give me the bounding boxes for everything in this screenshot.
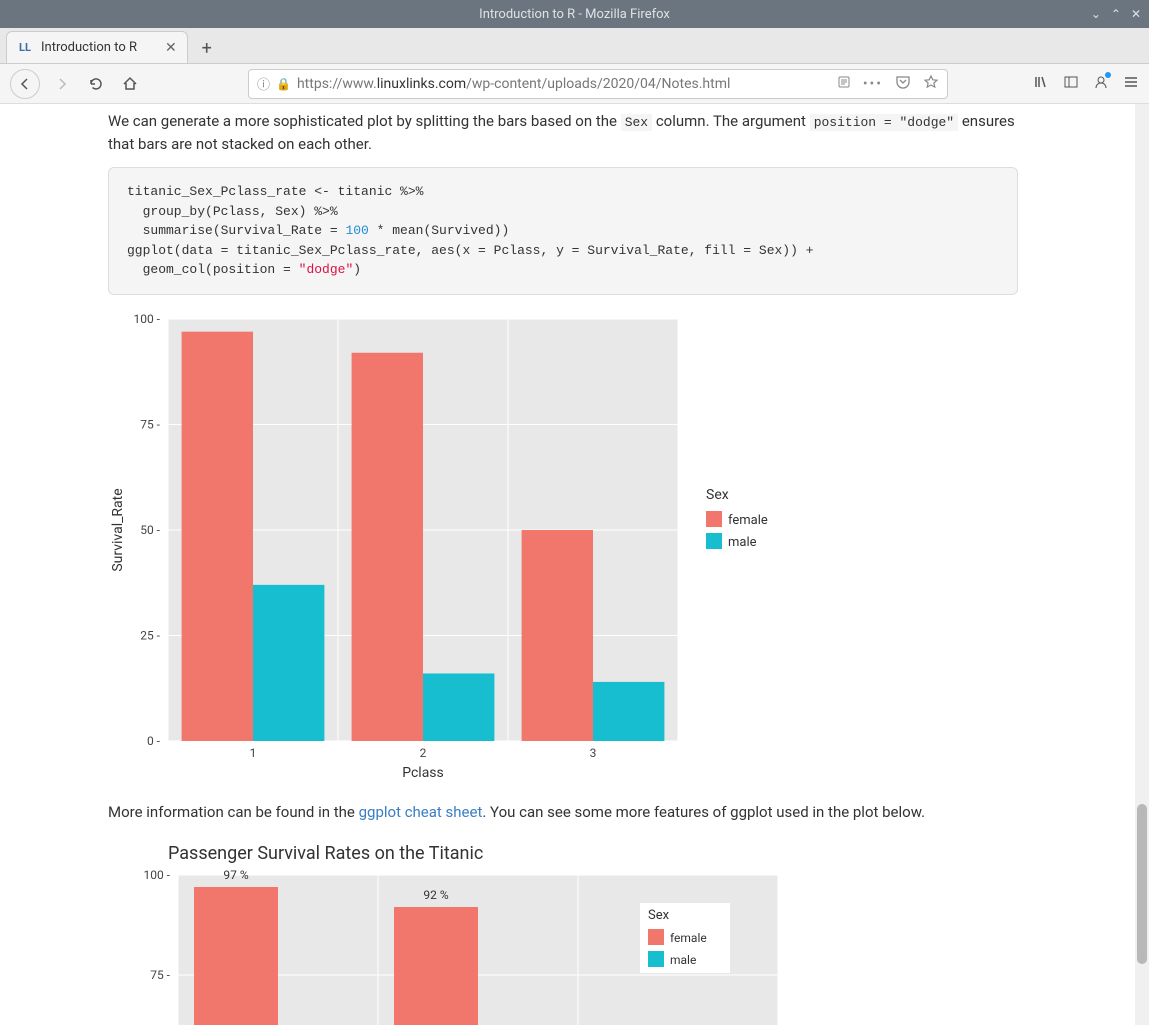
- chart-titled: Passenger Survival Rates on the Titanic 7…: [108, 835, 1018, 1025]
- paragraph-more-info: More information can be found in the ggp…: [108, 801, 1018, 824]
- svg-text:Sex: Sex: [706, 487, 729, 503]
- reader-mode-icon[interactable]: [837, 75, 851, 93]
- menu-icon[interactable]: [1123, 74, 1139, 94]
- reload-icon: [88, 76, 104, 92]
- url-bar[interactable]: ⓘ 🔒 https://www.linuxlinks.com/wp-conten…: [248, 69, 948, 99]
- library-icon[interactable]: [1033, 74, 1049, 94]
- page-actions-icon[interactable]: •••: [863, 76, 883, 92]
- home-button[interactable]: [118, 72, 142, 96]
- paragraph-intro: We can generate a more sophisticated plo…: [108, 110, 1018, 155]
- navigation-toolbar: ⓘ 🔒 https://www.linuxlinks.com/wp-conten…: [0, 64, 1149, 104]
- ggplot-cheat-sheet-link[interactable]: ggplot cheat sheet: [359, 803, 483, 821]
- window-maximize-icon[interactable]: ⌃: [1111, 7, 1121, 21]
- svg-text:Survival_Rate: Survival_Rate: [110, 488, 126, 571]
- tab-title: Introduction to R: [41, 40, 137, 55]
- svg-text:25 -: 25 -: [140, 628, 160, 642]
- tab-bar: LL Introduction to R ✕ +: [0, 28, 1149, 64]
- sidebar-icon[interactable]: [1063, 74, 1079, 94]
- new-tab-button[interactable]: +: [192, 33, 222, 63]
- window-title: Introduction to R - Mozilla Firefox: [479, 7, 670, 22]
- tab-favicon-icon: LL: [17, 40, 33, 56]
- svg-text:3: 3: [590, 746, 597, 760]
- svg-text:Passenger Survival Rates on th: Passenger Survival Rates on the Titanic: [168, 843, 483, 864]
- back-button[interactable]: [10, 69, 40, 99]
- page-content-area[interactable]: We can generate a more sophisticated plo…: [0, 104, 1149, 1025]
- chart-survival-rate: 0 - 25 - 50 - 75 - 100 - 1 2 3 Pclass Survival_Ra…: [108, 311, 1018, 791]
- svg-text:male: male: [670, 953, 696, 967]
- reload-button[interactable]: [84, 72, 108, 96]
- svg-text:75 -: 75 -: [150, 968, 170, 982]
- svg-text:100 -: 100 -: [133, 312, 160, 326]
- window-minimize-icon[interactable]: ⌄: [1091, 7, 1101, 21]
- window-titlebar: Introduction to R - Mozilla Firefox ⌄ ⌃ …: [0, 0, 1149, 28]
- tab-close-icon[interactable]: ✕: [165, 40, 177, 56]
- svg-text:100 -: 100 -: [143, 868, 170, 882]
- lock-icon: 🔒: [276, 77, 291, 91]
- svg-text:Sex: Sex: [648, 908, 670, 923]
- code-block: titanic_Sex_Pclass_rate <- titanic %>% g…: [108, 167, 1018, 295]
- svg-text:50 -: 50 -: [140, 523, 160, 537]
- svg-text:female: female: [728, 513, 768, 528]
- scrollbar-track[interactable]: [1135, 104, 1149, 1025]
- svg-text:92 %: 92 %: [423, 888, 448, 902]
- svg-text:0 -: 0 -: [147, 734, 161, 748]
- svg-text:75 -: 75 -: [140, 417, 160, 431]
- account-icon[interactable]: [1093, 74, 1109, 94]
- browser-tab[interactable]: LL Introduction to R ✕: [6, 31, 188, 63]
- arrow-left-icon: [17, 76, 33, 92]
- forward-button[interactable]: [50, 72, 74, 96]
- svg-text:2: 2: [420, 746, 427, 760]
- svg-text:male: male: [728, 535, 757, 550]
- pocket-icon[interactable]: [895, 74, 911, 94]
- svg-text:97 %: 97 %: [223, 868, 248, 882]
- info-icon[interactable]: ⓘ: [257, 74, 270, 93]
- window-close-icon[interactable]: ✕: [1131, 7, 1141, 21]
- url-text: https://www.linuxlinks.com/wp-content/up…: [297, 76, 831, 92]
- svg-text:female: female: [670, 931, 707, 945]
- svg-text:Pclass: Pclass: [402, 765, 444, 781]
- arrow-right-icon: [54, 76, 70, 92]
- home-icon: [122, 76, 138, 92]
- bookmark-icon[interactable]: [923, 74, 939, 94]
- scrollbar-thumb[interactable]: [1137, 804, 1147, 964]
- svg-text:1: 1: [250, 746, 257, 760]
